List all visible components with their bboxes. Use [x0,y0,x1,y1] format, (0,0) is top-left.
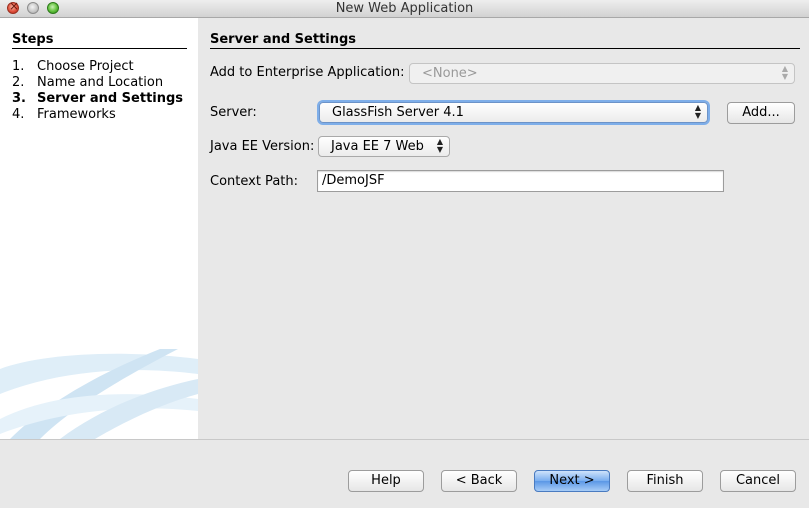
window-title: New Web Application [335,1,474,16]
steps-panel: Steps 1. Choose Project 2. Name and Locati… [0,18,198,439]
server-settings-panel: Server and Settings Add to Enterprise Ap… [198,18,809,439]
java-ee-version-value: Java EE 7 Web [331,139,424,154]
finish-button[interactable]: Finish [627,470,703,492]
java-ee-version-select[interactable]: Java EE 7 Web ▲ ▼ [318,136,450,157]
new-web-application-dialog: New Web Application Steps 1. Choose Proje… [0,0,809,508]
step-frameworks: 4. Frameworks [12,107,116,122]
back-button[interactable]: < Back [441,470,517,492]
step-number: 2. [12,75,25,90]
step-name-and-location: 2. Name and Location [12,75,163,90]
section-divider [210,48,800,49]
enterprise-application-select: <None> ▲ ▼ [409,63,795,84]
step-number: 3. [12,91,26,106]
wizard-swoosh-graphic [0,349,198,439]
section-heading: Server and Settings [210,32,357,47]
steps-heading: Steps [12,32,54,47]
step-server-and-settings: 3. Server and Settings [12,91,183,106]
enterprise-application-label: Add to Enterprise Application: [210,65,405,80]
step-number: 4. [12,107,25,122]
server-label: Server: [210,105,257,120]
add-server-button[interactable]: Add... [727,102,795,124]
context-path-input[interactable]: /DemoJSF [317,170,724,192]
server-select[interactable]: GlassFish Server 4.1 ▲ ▼ [319,102,708,123]
wizard-button-bar: Help < Back Next > Finish Cancel [0,440,809,508]
help-button[interactable]: Help [348,470,424,492]
step-label: Server and Settings [37,91,184,106]
step-label: Frameworks [37,107,116,122]
select-arrows-icon: ▲ ▼ [436,137,443,154]
select-arrows-icon: ▲ ▼ [694,103,701,120]
steps-divider [12,48,187,49]
step-label: Name and Location [37,75,164,90]
server-value: GlassFish Server 4.1 [332,105,464,120]
title-bar: New Web Application [0,0,809,18]
enterprise-application-value: <None> [422,66,478,81]
context-path-label: Context Path: [210,174,298,189]
select-arrows-icon: ▲ ▼ [781,64,788,81]
step-number: 1. [12,59,25,74]
step-label: Choose Project [37,59,134,74]
step-choose-project: 1. Choose Project [12,59,134,74]
cancel-button[interactable]: Cancel [720,470,796,492]
next-button[interactable]: Next > [534,470,610,492]
java-ee-version-label: Java EE Version: [210,139,315,154]
